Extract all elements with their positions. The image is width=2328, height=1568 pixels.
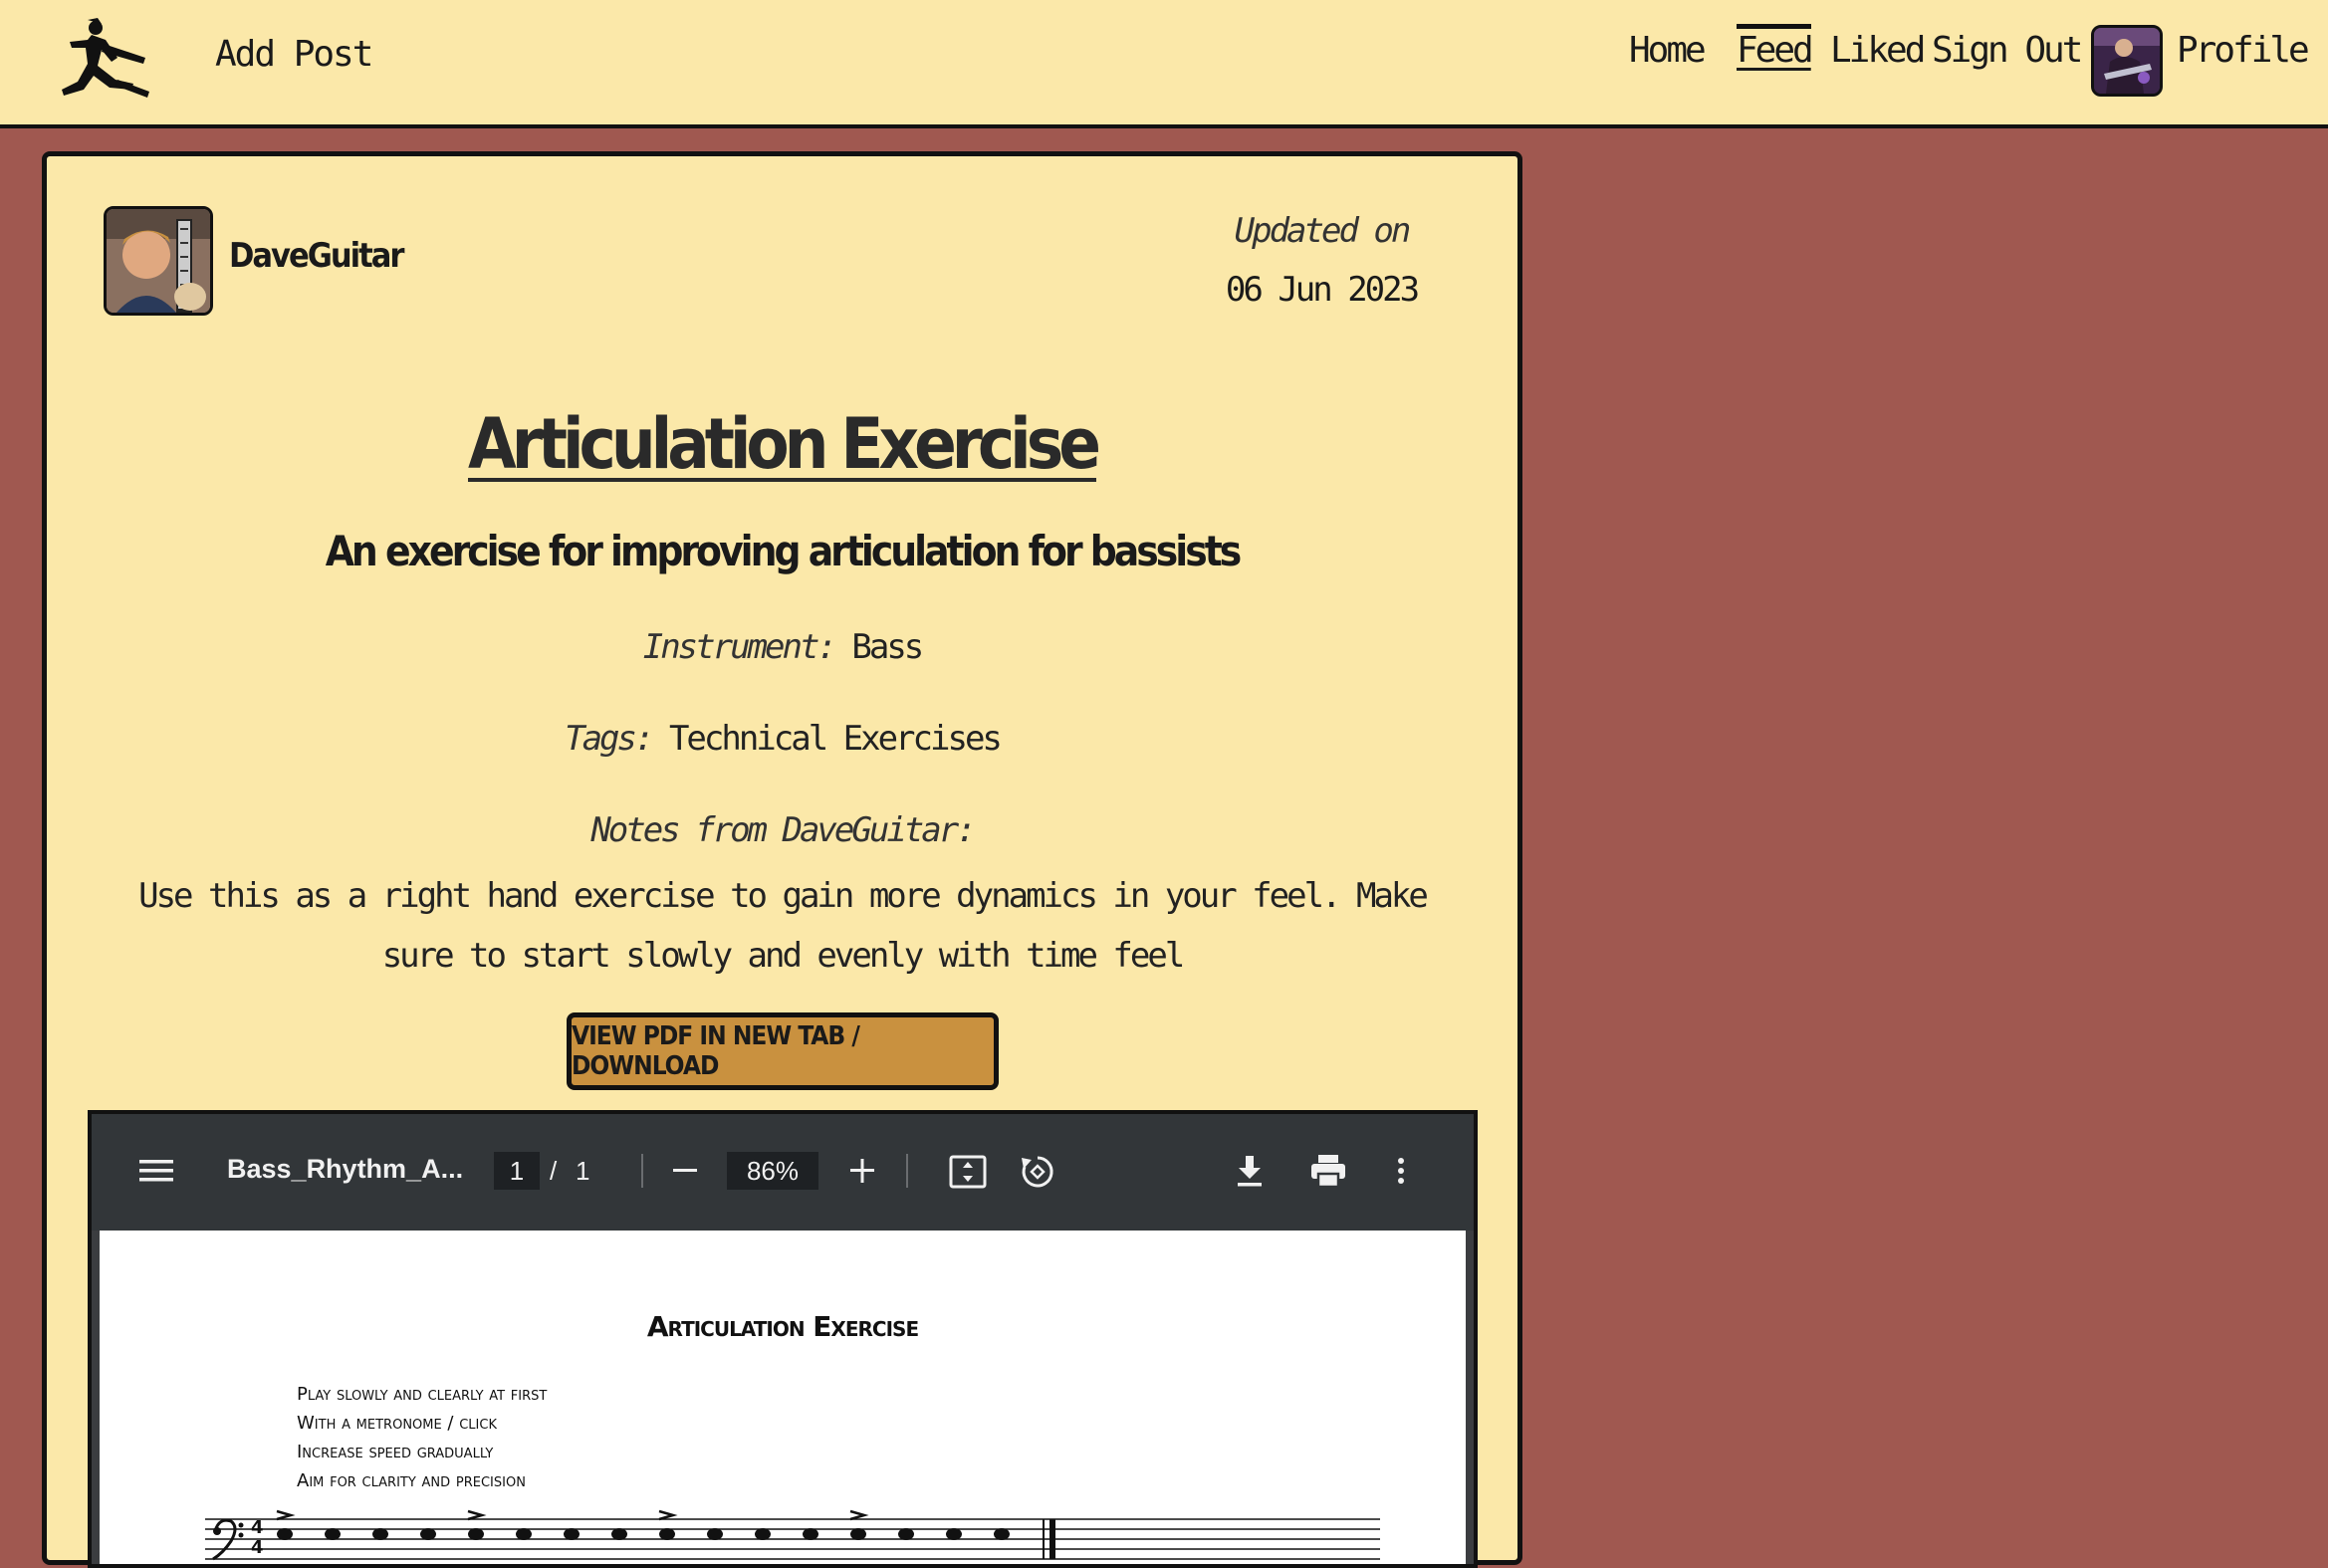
- svg-text:4: 4: [251, 1517, 264, 1538]
- notes-label: Notes from DaveGuitar:: [590, 810, 976, 850]
- more-options-icon[interactable]: [1386, 1152, 1416, 1190]
- instrument-line: Instrument: Bass: [47, 627, 1517, 667]
- nav-links: Home Feed Liked Sign Out Profile: [0, 24, 2328, 90]
- profile-avatar[interactable]: [2091, 25, 2163, 97]
- zoom-in-icon[interactable]: [844, 1152, 880, 1190]
- post-title[interactable]: Articulation Exercise: [47, 403, 1517, 485]
- fit-to-page-icon[interactable]: [948, 1152, 988, 1192]
- music-staff: 4 4: [205, 1509, 1380, 1564]
- instrument-label: Instrument:: [642, 627, 837, 667]
- tags-label: Tags:: [565, 719, 654, 759]
- page-separator: /: [550, 1156, 558, 1186]
- tags-value: Technical Exercises: [668, 719, 1003, 759]
- sheet-title: Articulation Exercise: [646, 1310, 919, 1343]
- instrument-value: Bass: [851, 627, 924, 667]
- nav-sign-out-link[interactable]: Sign Out: [1932, 30, 2083, 71]
- sheet-instruction-line: Aim for clarity and precision: [297, 1470, 526, 1491]
- sheet-instruction-line: Play slowly and clearly at first: [297, 1384, 548, 1405]
- rotate-icon[interactable]: [1018, 1152, 1057, 1192]
- sheet-instructions: Play slowly and clearly at first With a …: [297, 1380, 547, 1495]
- download-icon[interactable]: [1231, 1152, 1269, 1190]
- sheet-instruction-line: With a metronome / click: [297, 1413, 497, 1434]
- nav-liked-link[interactable]: Liked: [1830, 30, 1926, 71]
- toolbar-divider: [641, 1154, 643, 1188]
- total-pages: 1: [576, 1156, 590, 1186]
- sheet-instruction-line: Increase speed gradually: [297, 1442, 494, 1462]
- pdf-toolbar: Bass_Rhythm_A... 1 / 1 86%: [92, 1114, 1474, 1231]
- tags-line: Tags: Technical Exercises: [47, 719, 1517, 759]
- updated-date: 06 Jun 2023: [1225, 270, 1420, 310]
- nav-feed-link[interactable]: Feed: [1737, 24, 1814, 71]
- print-icon[interactable]: [1308, 1152, 1348, 1190]
- pdf-viewer: Bass_Rhythm_A... 1 / 1 86% Articulation …: [88, 1110, 1478, 1568]
- author-name[interactable]: DaveGuitar: [229, 236, 404, 276]
- nav-home-link[interactable]: Home: [1629, 30, 1707, 71]
- toolbar-divider: [906, 1154, 908, 1188]
- post-card: DaveGuitar Updated on 06 Jun 2023 Articu…: [42, 151, 1522, 1568]
- notes-text: Use this as a right hand exercise to gai…: [138, 876, 1429, 976]
- post-subtitle: An exercise for improving articulation f…: [325, 527, 1243, 575]
- svg-text:4: 4: [251, 1537, 264, 1558]
- view-pdf-button[interactable]: VIEW PDF IN NEW TAB / DOWNLOAD: [567, 1012, 999, 1090]
- page-number-input[interactable]: 1: [494, 1152, 540, 1190]
- top-navbar: Add Post Home Feed Liked Sign Out Profil…: [0, 0, 2328, 128]
- pdf-page: Articulation Exercise Play slowly and cl…: [100, 1231, 1466, 1564]
- pdf-filename: Bass_Rhythm_A...: [227, 1154, 464, 1184]
- zoom-out-icon[interactable]: [667, 1152, 703, 1190]
- hamburger-menu-icon[interactable]: [139, 1154, 173, 1188]
- author-avatar[interactable]: [104, 206, 213, 316]
- updated-label: Updated on: [1234, 211, 1412, 251]
- zoom-level-input[interactable]: 86%: [727, 1152, 818, 1190]
- nav-profile-link[interactable]: Profile: [2177, 30, 2310, 71]
